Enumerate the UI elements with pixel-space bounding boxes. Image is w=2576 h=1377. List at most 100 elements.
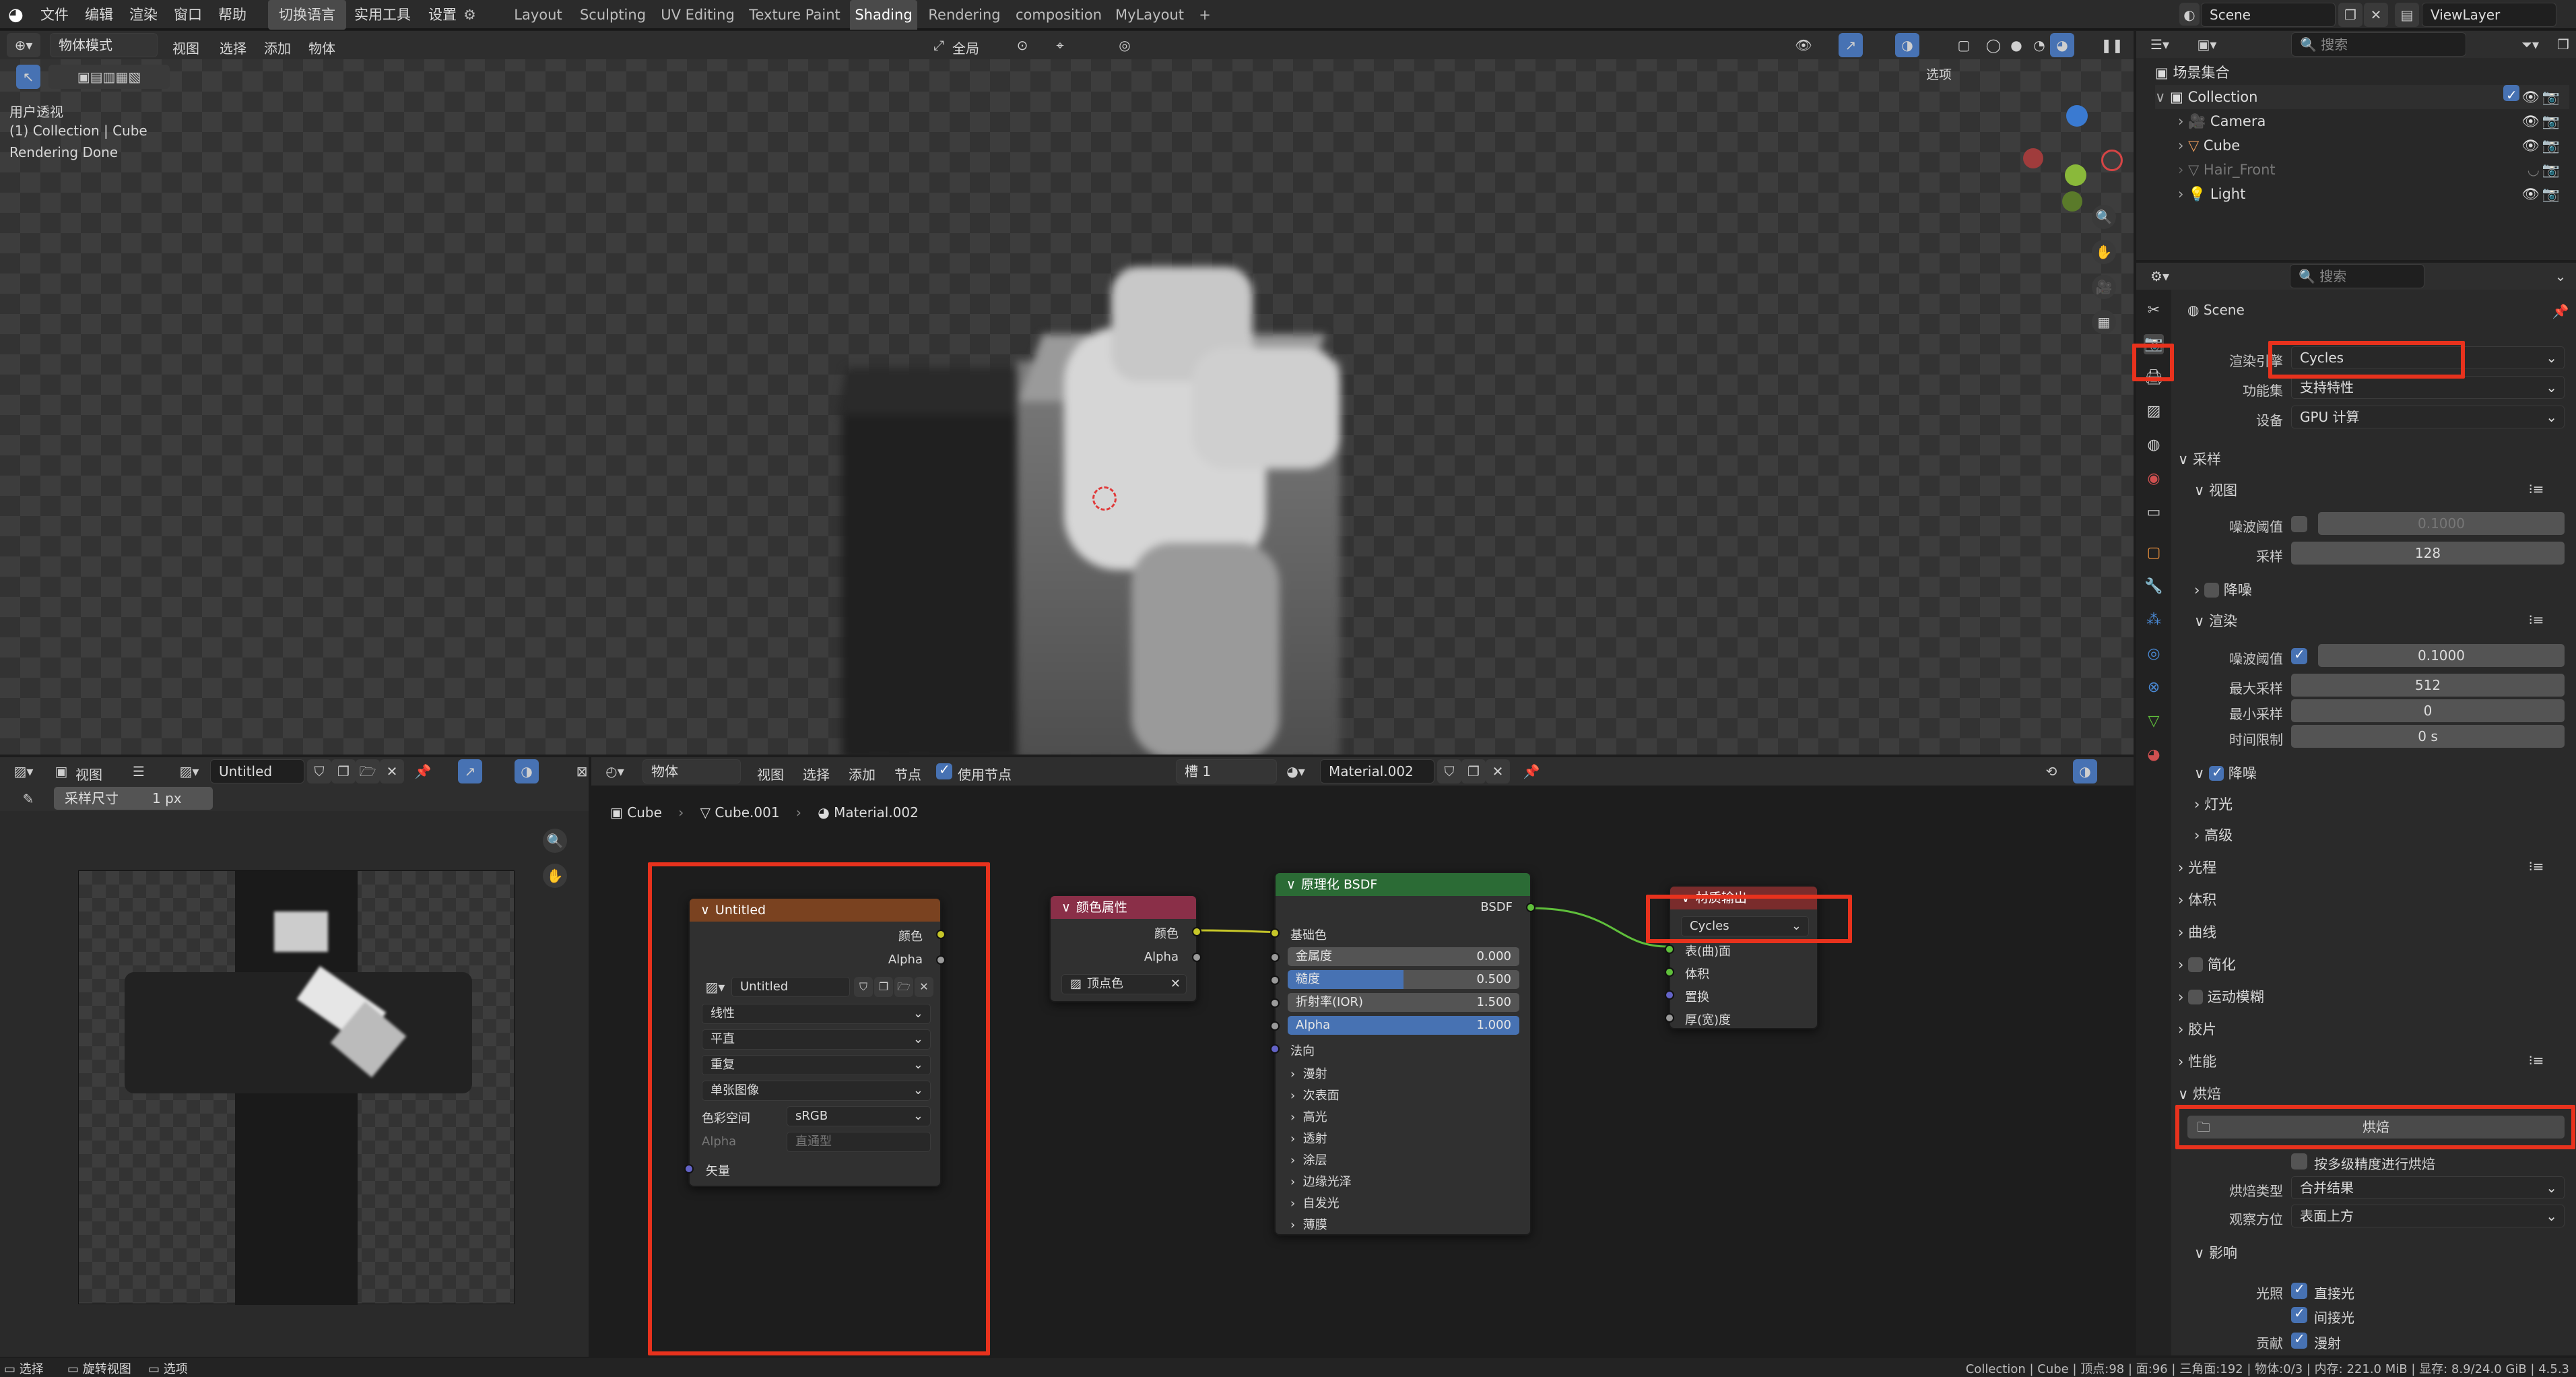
base-color-socket[interactable] bbox=[1270, 928, 1280, 938]
preset-icon[interactable]: ⁝≡ bbox=[2524, 477, 2548, 501]
gizmo-icon[interactable]: ↗ bbox=[1839, 33, 1863, 57]
normal-socket[interactable] bbox=[1270, 1044, 1280, 1054]
collection-row[interactable]: ∨ ▣ Collection 👁 📷 bbox=[2155, 83, 2569, 109]
particles-tab-icon[interactable]: ⁂ bbox=[2144, 610, 2164, 631]
feature-set-dropdown[interactable]: 支持特性 ⌄ bbox=[2291, 376, 2565, 399]
close-icon[interactable]: ✕ bbox=[2364, 3, 2388, 27]
displacement-input-socket[interactable] bbox=[1665, 990, 1674, 1000]
image-name-field[interactable]: Untitled bbox=[210, 759, 304, 783]
metallic-socket[interactable] bbox=[1270, 953, 1280, 962]
outliner-item-camera[interactable]: › 🎥 Camera 👁 📷 bbox=[2155, 109, 2569, 133]
vp-samples-field[interactable]: 128 bbox=[2291, 542, 2565, 565]
snap-icon[interactable]: ⌖ bbox=[1048, 33, 1072, 57]
image-zoom-icon[interactable]: 🔍 bbox=[543, 829, 567, 853]
tab-composition[interactable]: composition bbox=[1013, 0, 1104, 30]
eye-icon[interactable]: 👁 bbox=[2521, 133, 2540, 158]
vertex-color-field[interactable]: ▨ 顶点色 ✕ bbox=[1061, 974, 1187, 994]
image-editor-type-icon[interactable]: ▨▾ bbox=[7, 759, 40, 783]
visibility-icon[interactable]: 👁 bbox=[1791, 33, 1816, 57]
world-tab-icon[interactable]: ◉ bbox=[2144, 469, 2164, 489]
image-overlay-icon[interactable]: ◑ bbox=[515, 759, 539, 783]
zoom-icon[interactable]: 🔍 bbox=[2092, 205, 2116, 229]
light-paths-preset-icon[interactable]: ⁝≡ bbox=[2524, 854, 2548, 878]
transform-orientation-icon[interactable]: ⤢ bbox=[928, 33, 950, 57]
constraints-tab-icon[interactable]: ⊗ bbox=[2144, 678, 2164, 698]
select-mode-icons[interactable]: ▣▤▥▦▧ bbox=[48, 65, 170, 89]
volume-input-socket[interactable] bbox=[1665, 967, 1674, 977]
viewport-options[interactable]: 选项 bbox=[1926, 65, 1952, 83]
color-attr-output-alpha-socket[interactable] bbox=[1192, 953, 1201, 962]
r-noise-threshold-field[interactable]: 0.1000 bbox=[2318, 644, 2565, 667]
add-workspace-button[interactable]: + bbox=[1195, 0, 1215, 30]
eye-icon[interactable]: 👁 bbox=[2521, 109, 2540, 133]
performance-panel[interactable]: › 性能 bbox=[2178, 1051, 2216, 1071]
object-tab-icon[interactable]: ▢ bbox=[2144, 543, 2164, 563]
uv-image-canvas[interactable] bbox=[78, 870, 515, 1305]
3d-cursor-icon[interactable] bbox=[1092, 486, 1117, 511]
properties-search-input[interactable]: 🔍 搜索 bbox=[2290, 264, 2424, 288]
thickness-input-socket[interactable] bbox=[1665, 1013, 1674, 1023]
render-sampling-subpanel[interactable]: ∨ 渲染 bbox=[2194, 610, 2237, 631]
scene-tab-icon[interactable]: ◍ bbox=[2144, 435, 2164, 455]
panel-thin-film[interactable]: › 薄膜 bbox=[1290, 1215, 1327, 1233]
diffuse-contribution-checkbox[interactable] bbox=[2291, 1331, 2307, 1349]
collection-tab-icon[interactable]: ▭ bbox=[2144, 503, 2164, 523]
panel-subsurface[interactable]: › 次表面 bbox=[1290, 1086, 1340, 1103]
performance-preset-icon[interactable]: ⁝≡ bbox=[2524, 1048, 2548, 1072]
tab-layout[interactable]: Layout bbox=[510, 0, 566, 30]
copy-scene-icon[interactable]: ❐ bbox=[2338, 3, 2363, 27]
light-paths-panel[interactable]: › 光程 bbox=[2178, 857, 2216, 877]
roughness-socket[interactable] bbox=[1270, 975, 1280, 985]
sampling-panel-header[interactable]: ∨ 采样 bbox=[2178, 449, 2221, 469]
scene-collection-row[interactable]: ▣ 场景集合 bbox=[2155, 61, 2569, 85]
panel-coat[interactable]: › 涂层 bbox=[1290, 1151, 1327, 1168]
eye-closed-icon[interactable]: ◡ bbox=[2528, 158, 2540, 182]
view-layer-icon[interactable]: ▤ bbox=[2395, 3, 2419, 27]
new-collection-icon[interactable]: ❐ bbox=[2551, 32, 2575, 57]
alpha-field[interactable]: Alpha 1.000 bbox=[1288, 1016, 1519, 1035]
camera-render-icon[interactable]: 📷 bbox=[2542, 109, 2560, 133]
vp-menu-view[interactable]: 视图 bbox=[172, 38, 199, 57]
pin-icon[interactable]: 📌 bbox=[411, 759, 435, 783]
image-pan-icon[interactable]: ✋ bbox=[543, 864, 567, 888]
data-tab-icon[interactable]: ▽ bbox=[2144, 711, 2164, 732]
view-layer-tab-icon[interactable]: ▨ bbox=[2144, 402, 2164, 422]
panel-transmission[interactable]: › 透射 bbox=[1290, 1129, 1327, 1147]
color-attribute-node[interactable]: ∨ 颜色属性 颜色 Alpha ▨ 顶点色 ✕ bbox=[1049, 895, 1201, 1002]
camera-view-icon[interactable]: 🎥 bbox=[2092, 275, 2116, 299]
rendered-shading-icon[interactable]: ◕ bbox=[2050, 33, 2074, 57]
scene-icon[interactable]: ◐ bbox=[2179, 3, 2200, 26]
image-menu-view[interactable]: 视图 bbox=[75, 764, 102, 783]
eye-icon[interactable]: 👁 bbox=[2521, 182, 2540, 206]
node-editor[interactable]: ◴▾ 物体 视图 选择 添加 节点 使用节点 槽 1 ◕▾ Material.0… bbox=[591, 757, 2134, 1357]
alpha-socket[interactable] bbox=[1270, 1021, 1280, 1031]
menu-settings[interactable]: 设置 bbox=[428, 0, 457, 30]
properties-type-icon[interactable]: ⚙▾ bbox=[2143, 264, 2177, 288]
bake-type-dropdown[interactable]: 合并结果 ⌄ bbox=[2291, 1176, 2565, 1199]
image-extra-icon[interactable]: ⊠ bbox=[570, 759, 594, 783]
pause-render-icon[interactable]: ❚❚ bbox=[2100, 33, 2124, 57]
properties-pin-icon[interactable]: 📌 bbox=[2548, 299, 2573, 323]
surface-input-socket[interactable] bbox=[1665, 944, 1674, 954]
vp-menu-object[interactable]: 物体 bbox=[308, 38, 335, 57]
vp-menu-add[interactable]: 添加 bbox=[264, 38, 291, 57]
tab-uv-editing[interactable]: UV Editing bbox=[660, 0, 735, 30]
viewport-3d[interactable]: ⊕▾ 物体模式 视图 选择 添加 物体 ⤢ 全局 ⊙ ⌖ ◎ 👁 ↗ ◑ ▢ ◯… bbox=[0, 31, 2134, 755]
image-browse-icon[interactable]: ▨▾ bbox=[172, 759, 206, 783]
time-limit-field[interactable]: 0 s bbox=[2291, 725, 2565, 748]
multires-checkbox[interactable] bbox=[2291, 1153, 2307, 1170]
tab-texture-paint[interactable]: Texture Paint bbox=[748, 0, 842, 30]
tab-sculpting[interactable]: Sculpting bbox=[575, 0, 651, 30]
pivot-icon[interactable]: ⊙ bbox=[1010, 33, 1034, 57]
eye-icon[interactable]: 👁 bbox=[2521, 85, 2540, 109]
fake-user-icon[interactable]: ⛉ bbox=[307, 759, 331, 783]
solid-shading-icon[interactable]: ● bbox=[2004, 33, 2028, 57]
mode-selector[interactable]: 物体模式 bbox=[50, 33, 158, 57]
curves-panel[interactable]: › 曲线 bbox=[2178, 922, 2216, 942]
filter-icon[interactable]: ⏷▾ bbox=[2513, 32, 2547, 57]
principled-bsdf-node[interactable]: ∨ 原理化 BSDF BSDF 基础色 金属度 0.000 糙度 0.500 折射率(… bbox=[1270, 872, 1535, 1236]
tab-mylayout[interactable]: MyLayout bbox=[1113, 0, 1187, 30]
tool-tab-icon[interactable]: ✂ bbox=[2144, 300, 2164, 321]
metallic-field[interactable]: 金属度 0.000 bbox=[1288, 947, 1519, 966]
indirect-light-checkbox[interactable] bbox=[2291, 1305, 2307, 1323]
